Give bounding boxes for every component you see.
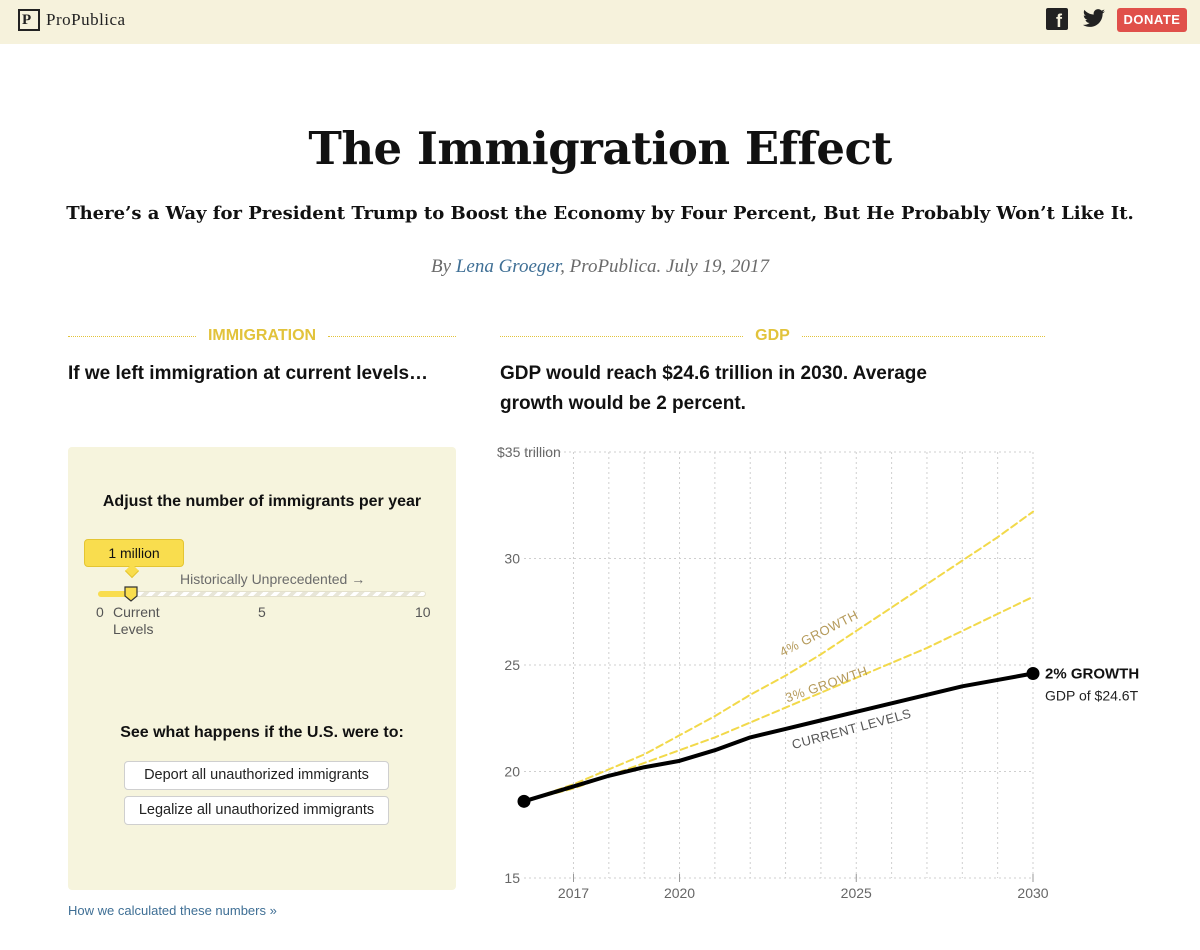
author-link[interactable]: Lena Groeger xyxy=(456,256,560,277)
gdp-lede-line-1: GDP would reach $24.6 trillion in 2030. … xyxy=(500,363,927,384)
immigration-section-header: IMMIGRATION xyxy=(68,325,457,347)
endpoint-label: 2% GROWTH xyxy=(1045,666,1139,683)
divider xyxy=(500,335,744,337)
x-tick-label: 2025 xyxy=(841,885,872,901)
slider-tick-0: 0 xyxy=(96,604,104,620)
logo-text: ProPublica xyxy=(46,10,126,29)
immigration-lede: If we left immigration at current levels… xyxy=(68,363,429,384)
legalize-button[interactable]: Legalize all unauthorized immigrants xyxy=(124,796,389,825)
y-axis-top-label: $35 trillion xyxy=(497,444,561,460)
series-end-point xyxy=(1026,667,1040,681)
immigration-slider-thumb[interactable] xyxy=(124,586,138,602)
immigration-section-label: IMMIGRATION xyxy=(207,327,317,344)
historically-unprecedented-label: Historically Unprecedented → xyxy=(180,571,366,587)
y-tick-label: 25 xyxy=(504,657,520,673)
series-label: 4% GROWTH xyxy=(777,607,861,659)
slider-tick-10: 10 xyxy=(415,604,431,620)
x-tick-label: 2017 xyxy=(558,885,589,901)
series-line-3-growth xyxy=(523,595,1034,803)
gdp-section-header: GDP xyxy=(500,325,1046,347)
endpoint-sublabel: GDP of $24.6T xyxy=(1045,688,1139,704)
page-title: The Immigration Effect xyxy=(308,122,892,175)
divider xyxy=(328,335,457,337)
gdp-lede-line-2: growth would be 2 percent. xyxy=(500,393,746,414)
byline: By Lena Groeger, ProPublica. July 19, 20… xyxy=(0,256,1200,278)
byline-suffix: , ProPublica. July 19, 2017 xyxy=(560,256,769,277)
panel-title: Adjust the number of immigrants per year xyxy=(102,493,422,510)
gdp-line-chart: 15202530$35 trillion2017 2020 2025 20304% G… xyxy=(497,444,1139,901)
immigration-control-panel: Adjust the number of immigrants per year… xyxy=(68,447,456,890)
x-tick-label: 2020 xyxy=(664,885,695,901)
twitter-icon[interactable] xyxy=(1082,8,1106,30)
immigration-slider-track[interactable] xyxy=(98,591,426,597)
series-line-4-growth xyxy=(523,510,1034,803)
y-tick-label: 15 xyxy=(504,870,520,886)
facebook-icon[interactable]: f xyxy=(1046,8,1068,31)
byline-prefix: By xyxy=(431,256,456,277)
methodology-link[interactable]: How we calculated these numbers » xyxy=(68,903,277,918)
top-bar: P ProPublica f DONATE xyxy=(0,0,1200,44)
page-subtitle: There’s a Way for President Trump to Boo… xyxy=(66,203,1134,224)
series-start-point xyxy=(517,794,531,808)
divider xyxy=(801,335,1046,337)
donate-button[interactable]: DONATE xyxy=(1117,8,1187,32)
gdp-section-label: GDP xyxy=(755,327,790,344)
y-tick-label: 30 xyxy=(504,551,520,567)
tick-current-line-2: Levels xyxy=(113,621,154,637)
divider xyxy=(68,335,196,337)
tick-current-line-1: Current xyxy=(113,604,160,620)
series-line-current-levels xyxy=(522,671,1035,804)
slider-tick-current-levels: Current Levels xyxy=(113,604,160,638)
propublica-logo[interactable]: P ProPublica xyxy=(18,9,126,31)
x-tick-label: 2030 xyxy=(1017,885,1048,901)
slider-value-tooltip: 1 million xyxy=(84,539,184,567)
y-tick-label: 20 xyxy=(504,764,520,780)
deport-button[interactable]: Deport all unauthorized immigrants xyxy=(124,761,389,790)
gdp-lede: GDP would reach $24.6 trillion in 2030. … xyxy=(500,359,927,419)
slider-tick-5: 5 xyxy=(258,604,266,620)
logo-mark-icon: P xyxy=(18,9,40,31)
scenario-heading: See what happens if the U.S. were to: xyxy=(120,724,404,741)
